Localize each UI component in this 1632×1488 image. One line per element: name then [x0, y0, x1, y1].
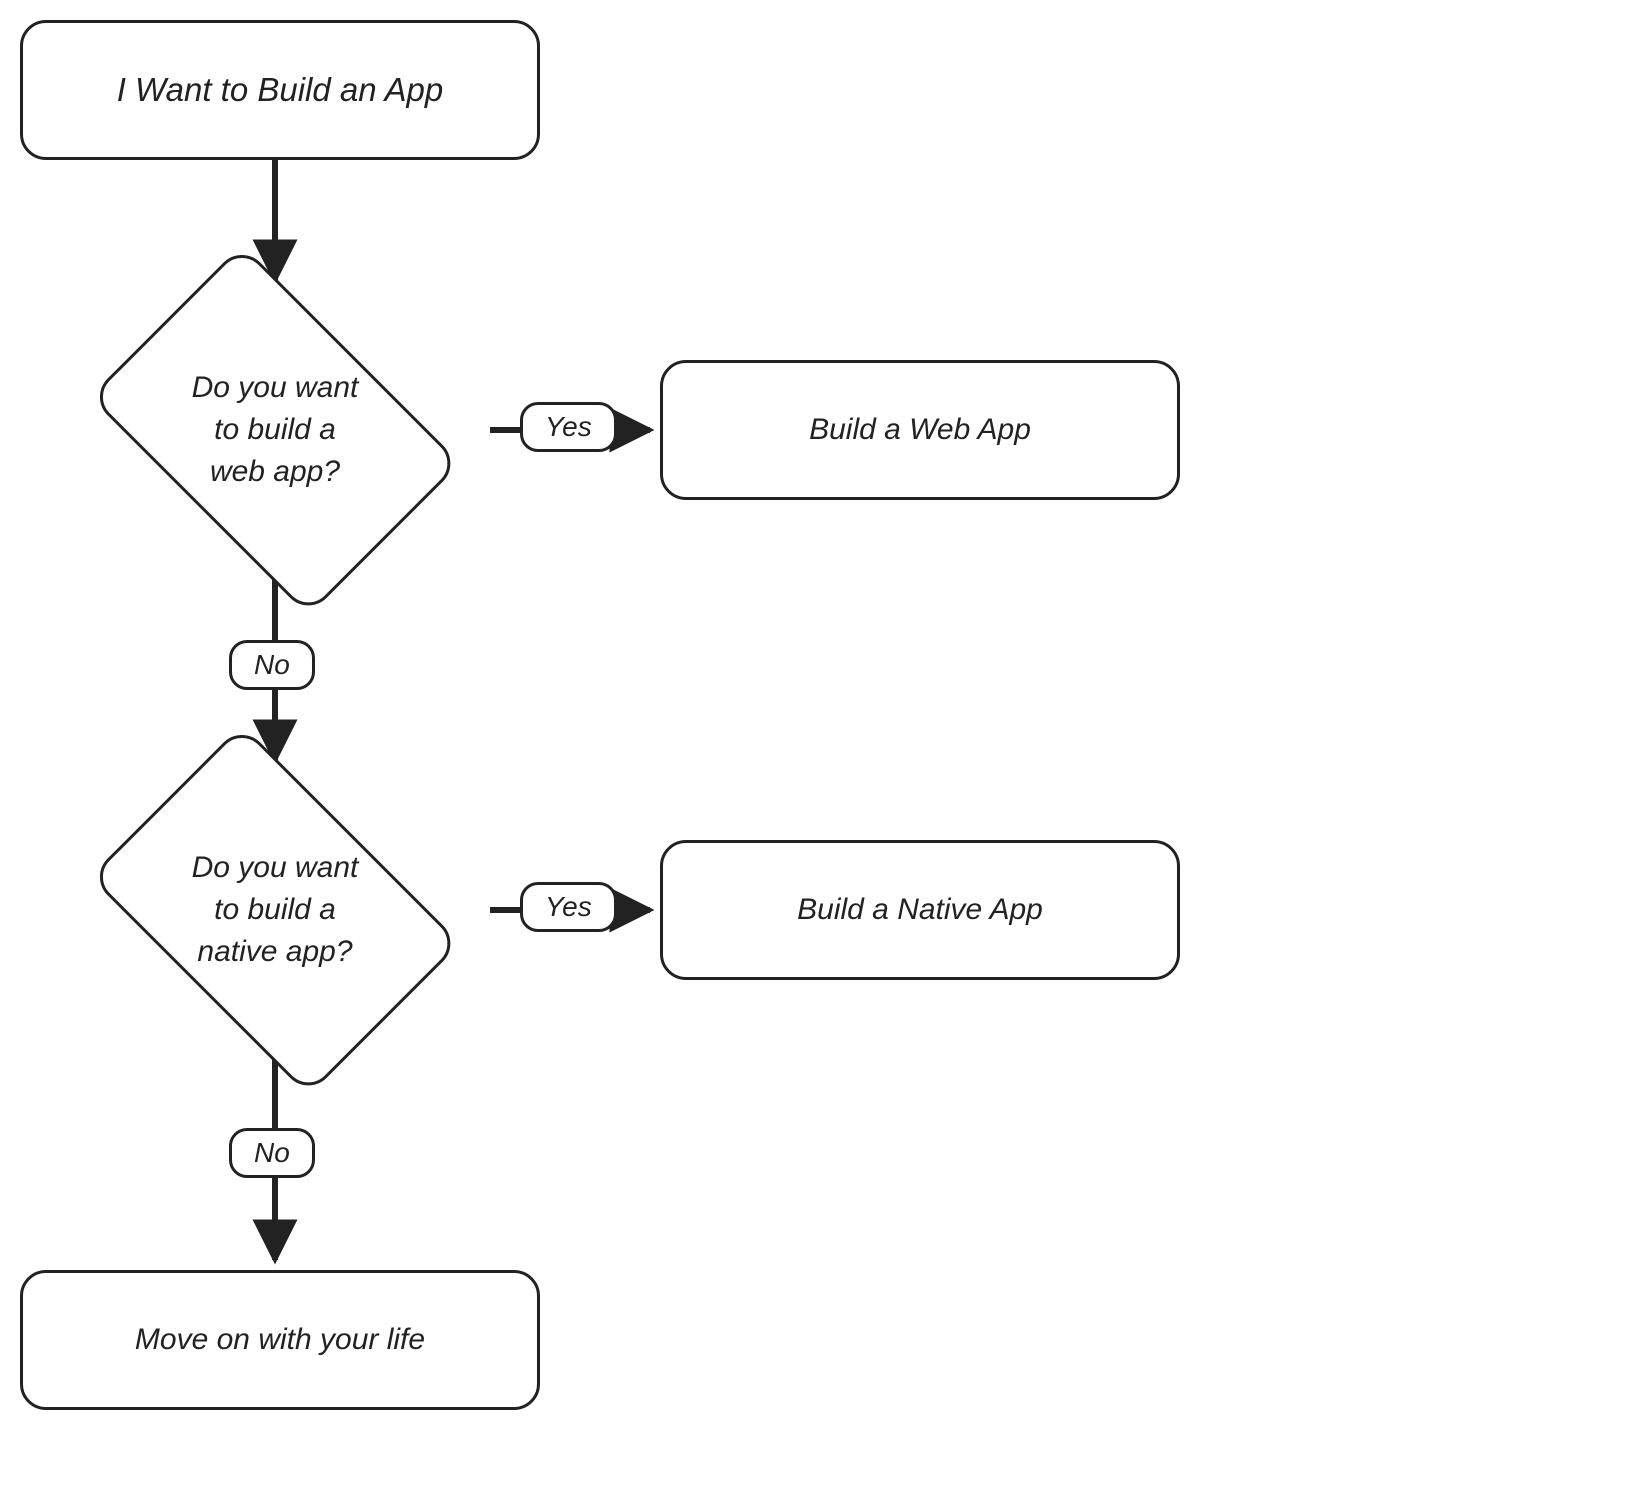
node-build-web-text: Build a Web App [809, 410, 1031, 451]
node-build-web: Build a Web App [660, 360, 1180, 500]
edge-label-yes-1: Yes [520, 402, 617, 452]
node-decision-native-text: Do you wantto build anative app? [60, 760, 490, 1060]
flowchart-canvas: I Want to Build an App Do you wantto bui… [0, 0, 1632, 1488]
edge-label-yes-1-text: Yes [545, 411, 592, 443]
node-move-on: Move on with your life [20, 1270, 540, 1410]
edge-label-yes-2: Yes [520, 882, 617, 932]
edge-label-no-2-text: No [254, 1137, 290, 1169]
node-decision-web: Do you wantto build aweb app? [60, 280, 490, 580]
edge-label-no-1-text: No [254, 649, 290, 681]
node-decision-web-text: Do you wantto build aweb app? [60, 280, 490, 580]
node-build-native: Build a Native App [660, 840, 1180, 980]
node-start-text: I Want to Build an App [117, 68, 444, 113]
edge-label-no-2: No [229, 1128, 315, 1178]
edge-label-yes-2-text: Yes [545, 891, 592, 923]
edge-label-no-1: No [229, 640, 315, 690]
node-move-on-text: Move on with your life [135, 1320, 425, 1361]
node-start: I Want to Build an App [20, 20, 540, 160]
node-decision-native: Do you wantto build anative app? [60, 760, 490, 1060]
node-build-native-text: Build a Native App [797, 890, 1043, 931]
